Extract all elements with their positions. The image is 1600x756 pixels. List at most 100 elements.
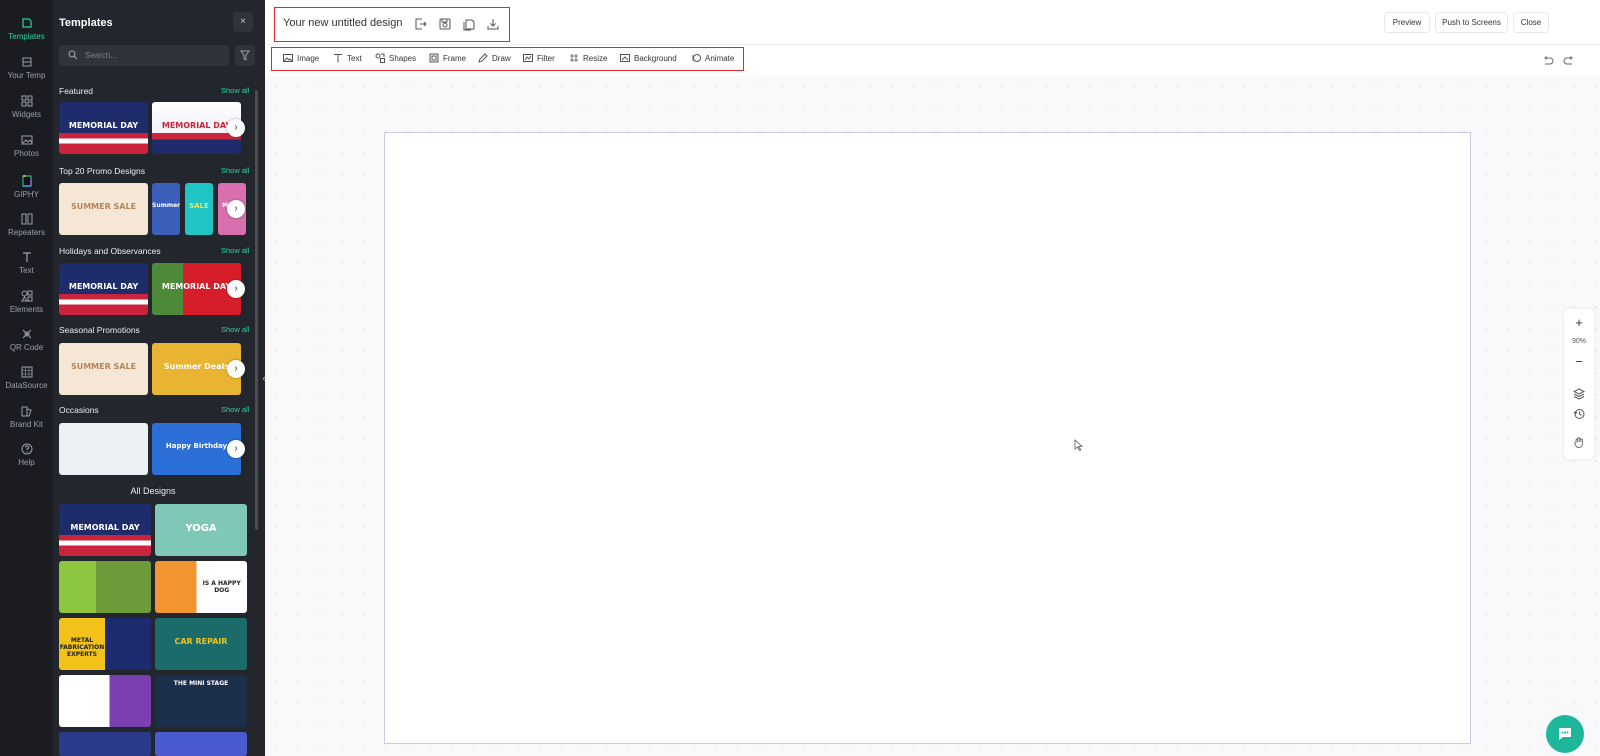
template-thumb[interactable]	[59, 675, 151, 727]
template-thumb[interactable]: MEMORIAL DAY	[59, 102, 148, 154]
close-button[interactable]: Close	[1513, 12, 1549, 33]
template-thumb[interactable]: IS A HAPPY DOG	[155, 561, 247, 613]
template-thumb[interactable]: Summer	[152, 183, 180, 235]
hand-pan-icon[interactable]	[1573, 436, 1585, 448]
filter-icon	[523, 54, 533, 62]
template-thumb[interactable]: CAR REPAIR	[155, 618, 247, 670]
resize-icon	[570, 54, 578, 62]
section-title-holidays: Holidays and Observances	[59, 246, 161, 256]
chat-icon	[1559, 728, 1571, 740]
show-all-occasions-link[interactable]: Show all	[221, 405, 249, 414]
filter-button[interactable]	[235, 45, 255, 66]
template-thumb[interactable]	[59, 732, 151, 756]
title-highlight-box: Your new untitled design	[274, 7, 510, 42]
template-thumb[interactable]: SUMMER SALE	[59, 343, 148, 395]
push-to-screens-button[interactable]: Push to Screens	[1435, 12, 1508, 33]
rail-item-text[interactable]: Text	[0, 251, 53, 275]
template-thumb[interactable]: SALE	[185, 183, 213, 235]
repeaters-icon	[21, 213, 32, 225]
template-thumb[interactable]	[155, 732, 247, 756]
download-icon[interactable]	[486, 17, 500, 31]
show-all-promo-link[interactable]: Show all	[221, 166, 249, 175]
photos-icon	[21, 135, 32, 145]
undo-icon[interactable]	[1542, 55, 1554, 67]
carousel-next-button[interactable]: ›	[227, 280, 245, 298]
rail-item-your-templates[interactable]: Your Temp	[0, 56, 53, 80]
show-all-holidays-link[interactable]: Show all	[221, 246, 249, 255]
zoom-in-button[interactable]: +	[1564, 315, 1594, 330]
editor-toolbar: Image Text Shapes Frame Draw Filter Resi…	[271, 47, 744, 71]
rail-item-datasource[interactable]: DataSource	[0, 366, 53, 390]
qr-code-icon	[22, 329, 31, 339]
template-thumb[interactable]	[59, 423, 148, 475]
preview-button[interactable]: Preview	[1384, 12, 1430, 33]
rail-item-photos[interactable]: Photos	[0, 134, 53, 158]
templates-icon	[21, 18, 32, 28]
funnel-icon	[240, 50, 250, 61]
panel-close-button[interactable]: ×	[233, 12, 253, 32]
search-input[interactable]	[85, 48, 223, 63]
zoom-out-button[interactable]: −	[1564, 354, 1594, 369]
image-icon	[283, 54, 293, 62]
template-thumb[interactable]: THE MINI STAGE	[155, 675, 247, 727]
save-icon[interactable]	[438, 17, 452, 31]
export-icon[interactable]	[413, 17, 427, 31]
giphy-icon	[22, 175, 32, 187]
template-thumb[interactable]: MEMORIAL DAY	[59, 263, 148, 315]
section-title-featured: Featured	[59, 86, 94, 96]
panel-scrollbar[interactable]	[255, 90, 258, 530]
rail-item-qr-code[interactable]: QR Code	[0, 328, 53, 352]
design-title[interactable]: Your new untitled design	[283, 17, 402, 29]
chevron-right-icon: ›	[234, 122, 238, 133]
help-icon	[21, 443, 32, 455]
template-thumb[interactable]: SUMMER SALE	[59, 183, 148, 235]
carousel-next-button[interactable]: ›	[227, 200, 245, 218]
shapes-icon	[375, 53, 385, 63]
carousel-next-button[interactable]: ›	[227, 119, 245, 137]
rail-item-widgets[interactable]: Widgets	[0, 95, 53, 119]
text-icon	[22, 252, 31, 262]
redo-icon[interactable]	[1563, 55, 1575, 67]
chat-support-button[interactable]	[1546, 715, 1584, 753]
pencil-icon	[478, 53, 488, 63]
rail-item-templates[interactable]: Templates	[0, 17, 53, 41]
zoom-controls: + 90% −	[1564, 309, 1594, 459]
section-title-occasions: Occasions	[59, 405, 99, 415]
carousel-next-button[interactable]: ›	[227, 440, 245, 458]
zoom-level: 90%	[1571, 338, 1586, 345]
template-thumb[interactable]: MEMORIAL DAY	[59, 504, 151, 556]
left-rail: Templates Your Temp Widgets Photos GIPHY…	[0, 0, 53, 756]
mouse-cursor-icon	[1074, 439, 1084, 451]
artboard[interactable]	[384, 132, 1471, 744]
rail-item-repeaters[interactable]: Repeaters	[0, 213, 53, 237]
template-thumb[interactable]	[59, 561, 151, 613]
chevron-right-icon: ›	[234, 363, 238, 374]
rail-item-help[interactable]: Help	[0, 443, 53, 467]
show-all-seasonal-link[interactable]: Show all	[221, 325, 249, 334]
frame-icon	[429, 53, 439, 63]
duplicate-icon[interactable]	[462, 17, 476, 31]
template-thumb[interactable]: YOGA	[155, 504, 247, 556]
search-box	[59, 45, 229, 66]
templates-panel: Templates × Featured Show all MEMORIAL D…	[53, 0, 265, 756]
rail-item-elements[interactable]: Elements	[0, 290, 53, 314]
animate-icon	[692, 54, 701, 62]
all-designs-title: All Designs	[130, 486, 176, 496]
chevron-right-icon: ›	[234, 283, 238, 294]
carousel-next-button[interactable]: ›	[227, 360, 245, 378]
text-tool-icon	[334, 54, 342, 63]
rail-item-brand-kit[interactable]: Brand Kit	[0, 405, 53, 429]
background-icon	[620, 54, 630, 62]
elements-icon	[20, 290, 32, 302]
chevron-right-icon: ›	[234, 203, 238, 214]
layers-icon[interactable]	[1573, 388, 1585, 400]
close-icon: ×	[240, 16, 246, 27]
template-thumb[interactable]: METAL FABRICATION EXPERTS	[59, 618, 151, 670]
show-all-featured-link[interactable]: Show all	[221, 86, 249, 95]
widgets-icon	[21, 95, 32, 107]
section-title-promo: Top 20 Promo Designs	[59, 166, 145, 176]
history-icon[interactable]	[1573, 408, 1585, 420]
brand-kit-icon	[21, 406, 32, 417]
datasource-icon	[21, 366, 32, 378]
rail-item-giphy[interactable]: GIPHY	[0, 175, 53, 199]
